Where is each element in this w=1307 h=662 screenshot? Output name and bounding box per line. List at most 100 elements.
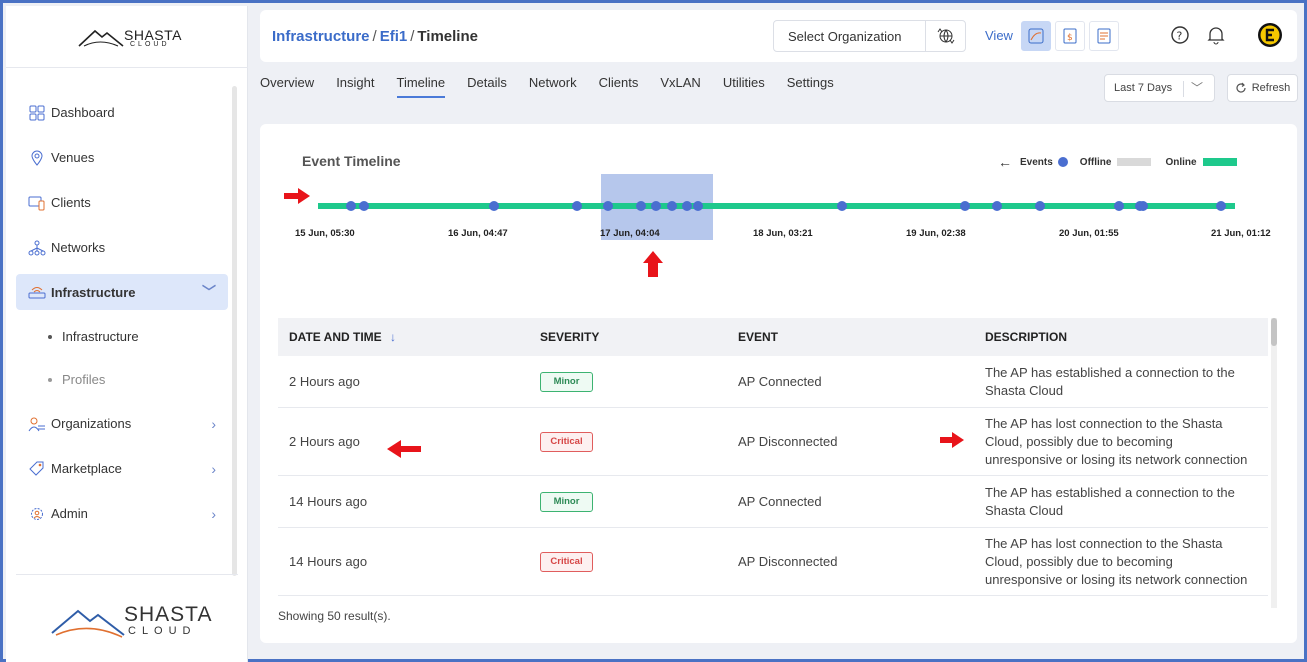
table-row[interactable]: 14 Hours ago Critical AP Disconnected Th… xyxy=(278,528,1268,596)
timeline-tick-label: 21 Jun, 01:12 xyxy=(1211,228,1271,239)
timeline-tick-label: 20 Jun, 01:55 xyxy=(1059,228,1119,239)
event-dot[interactable] xyxy=(572,201,582,211)
tab-network[interactable]: Network xyxy=(529,75,577,98)
organization-select-label: Select Organization xyxy=(788,28,902,44)
sidebar-item-label: Infrastructure xyxy=(51,284,136,300)
table-row[interactable]: 2 Hours ago Critical AP Disconnected The… xyxy=(278,408,1268,476)
sidebar-item-admin[interactable]: Admin › xyxy=(16,491,228,536)
event-dot[interactable] xyxy=(1114,201,1124,211)
logo-top[interactable]: SHASTA CLOUD xyxy=(6,6,248,68)
cell-severity: Minor xyxy=(527,371,725,392)
tab-utilities[interactable]: Utilities xyxy=(723,75,765,98)
event-dot[interactable] xyxy=(693,201,703,211)
description-line: Cloud, possibly due to becoming xyxy=(985,553,1173,569)
view-map-button[interactable] xyxy=(1021,21,1051,51)
admin-gear-icon xyxy=(28,505,46,523)
online-bar xyxy=(318,203,1235,209)
event-timeline-chart[interactable] xyxy=(260,164,1297,254)
event-dot[interactable] xyxy=(682,201,692,211)
column-header-event: EVENT xyxy=(738,330,779,344)
refresh-icon xyxy=(1236,82,1246,93)
sidebar-item-dashboard[interactable]: Dashboard xyxy=(16,90,228,135)
cell-severity: Critical xyxy=(527,431,725,452)
sidebar-scrollbar[interactable] xyxy=(232,86,237,576)
chevron-down-icon: ﹀ xyxy=(202,284,216,300)
tab-clients[interactable]: Clients xyxy=(599,75,639,98)
event-dot[interactable] xyxy=(960,201,970,211)
sidebar: SHASTA CLOUD Dashboard Venues Clients Ne… xyxy=(6,6,248,662)
sidebar-subitem-infrastructure[interactable]: Infrastructure xyxy=(16,315,228,358)
red-arrow-left-icon xyxy=(387,440,421,458)
sidebar-item-infrastructure[interactable]: Infrastructure ﹀ xyxy=(16,274,228,310)
cell-date: 2 Hours ago xyxy=(289,374,360,389)
location-pin-icon xyxy=(28,149,46,167)
event-dot[interactable] xyxy=(992,201,1002,211)
event-dot[interactable] xyxy=(651,201,661,211)
organization-select[interactable]: Select Organization xyxy=(773,20,966,52)
logo-bottom: SHASTA CLOUD xyxy=(16,574,238,662)
brand-sub: CLOUD xyxy=(130,41,170,48)
event-dot[interactable] xyxy=(636,201,646,211)
description-line: unresponsive or losing its network conne… xyxy=(985,451,1248,467)
tab-timeline[interactable]: Timeline xyxy=(396,75,445,98)
router-icon xyxy=(28,283,46,301)
sidebar-subitem-profiles[interactable]: Profiles xyxy=(16,358,228,401)
breadcrumb-infrastructure[interactable]: Infrastructure xyxy=(272,28,370,45)
cell-description: The AP has established a connection to t… xyxy=(974,484,1264,520)
sidebar-item-label: Clients xyxy=(51,195,91,210)
table-scrollbar[interactable] xyxy=(1271,318,1277,608)
event-dot[interactable] xyxy=(1035,201,1045,211)
refresh-button[interactable]: Refresh xyxy=(1227,74,1298,102)
refresh-label: Refresh xyxy=(1251,82,1291,94)
cell-date: 14 Hours ago xyxy=(289,554,368,569)
cell-event: AP Disconnected xyxy=(738,434,838,449)
timeline-tick-label: 18 Jun, 03:21 xyxy=(753,228,813,239)
severity-badge: Critical xyxy=(540,551,593,572)
event-dot[interactable] xyxy=(667,201,677,211)
date-range-select[interactable]: Last 7 Days ﹀ xyxy=(1104,74,1215,102)
column-header-date[interactable]: DATE AND TIME ↓ xyxy=(278,330,527,344)
divider xyxy=(1183,81,1184,97)
event-dot[interactable] xyxy=(359,201,369,211)
help-icon[interactable]: ? xyxy=(1170,25,1190,50)
table-row[interactable]: 2 Hours ago Minor AP Connected The AP ha… xyxy=(278,356,1268,408)
devices-icon xyxy=(28,194,46,212)
tab-details[interactable]: Details xyxy=(467,75,507,98)
sidebar-item-networks[interactable]: Networks xyxy=(16,225,228,270)
event-dot[interactable] xyxy=(346,201,356,211)
event-dot[interactable] xyxy=(1216,201,1226,211)
description-line: Shasta Cloud xyxy=(985,502,1064,518)
event-dot[interactable] xyxy=(489,201,499,211)
event-dot[interactable] xyxy=(1138,201,1148,211)
severity-badge: Minor xyxy=(540,491,593,512)
sort-down-arrow-icon[interactable]: ↓ xyxy=(390,330,396,344)
sidebar-item-venues[interactable]: Venues xyxy=(16,135,228,180)
view-report-button[interactable] xyxy=(1089,21,1119,51)
sidebar-item-clients[interactable]: Clients xyxy=(16,180,228,225)
timeline-tick-label: 17 Jun, 04:04 xyxy=(600,228,660,239)
breadcrumb-device[interactable]: Efi1 xyxy=(380,28,408,45)
cell-event: AP Connected xyxy=(738,494,822,509)
tag-icon xyxy=(28,460,46,478)
tab-insight[interactable]: Insight xyxy=(336,75,374,98)
tab-bar: Overview Insight Timeline Details Networ… xyxy=(260,75,856,98)
sidebar-item-marketplace[interactable]: Marketplace › xyxy=(16,446,228,491)
view-billing-button[interactable]: $ xyxy=(1055,21,1085,51)
table-row[interactable]: 14 Hours ago Minor AP Connected The AP h… xyxy=(278,476,1268,528)
tab-overview[interactable]: Overview xyxy=(260,75,314,98)
scrollbar-thumb[interactable] xyxy=(1271,318,1277,346)
event-dot[interactable] xyxy=(603,201,613,211)
tab-vxlan[interactable]: VxLAN xyxy=(660,75,700,98)
dashboard-icon xyxy=(28,104,46,122)
network-icon xyxy=(28,239,46,257)
timeline-tick-label: 15 Jun, 05:30 xyxy=(295,228,355,239)
globe-switch-icon[interactable] xyxy=(925,21,965,51)
sidebar-item-organizations[interactable]: Organizations › xyxy=(16,401,228,446)
event-dot[interactable] xyxy=(837,201,847,211)
mountain-logo-icon xyxy=(78,29,124,47)
tab-settings[interactable]: Settings xyxy=(787,75,834,98)
top-header: Infrastructure / Efi1/Timeline Select Orga… xyxy=(260,10,1297,62)
notification-bell-icon[interactable] xyxy=(1207,25,1225,50)
user-avatar[interactable] xyxy=(1257,22,1283,53)
mountain-logo-icon xyxy=(51,609,125,638)
